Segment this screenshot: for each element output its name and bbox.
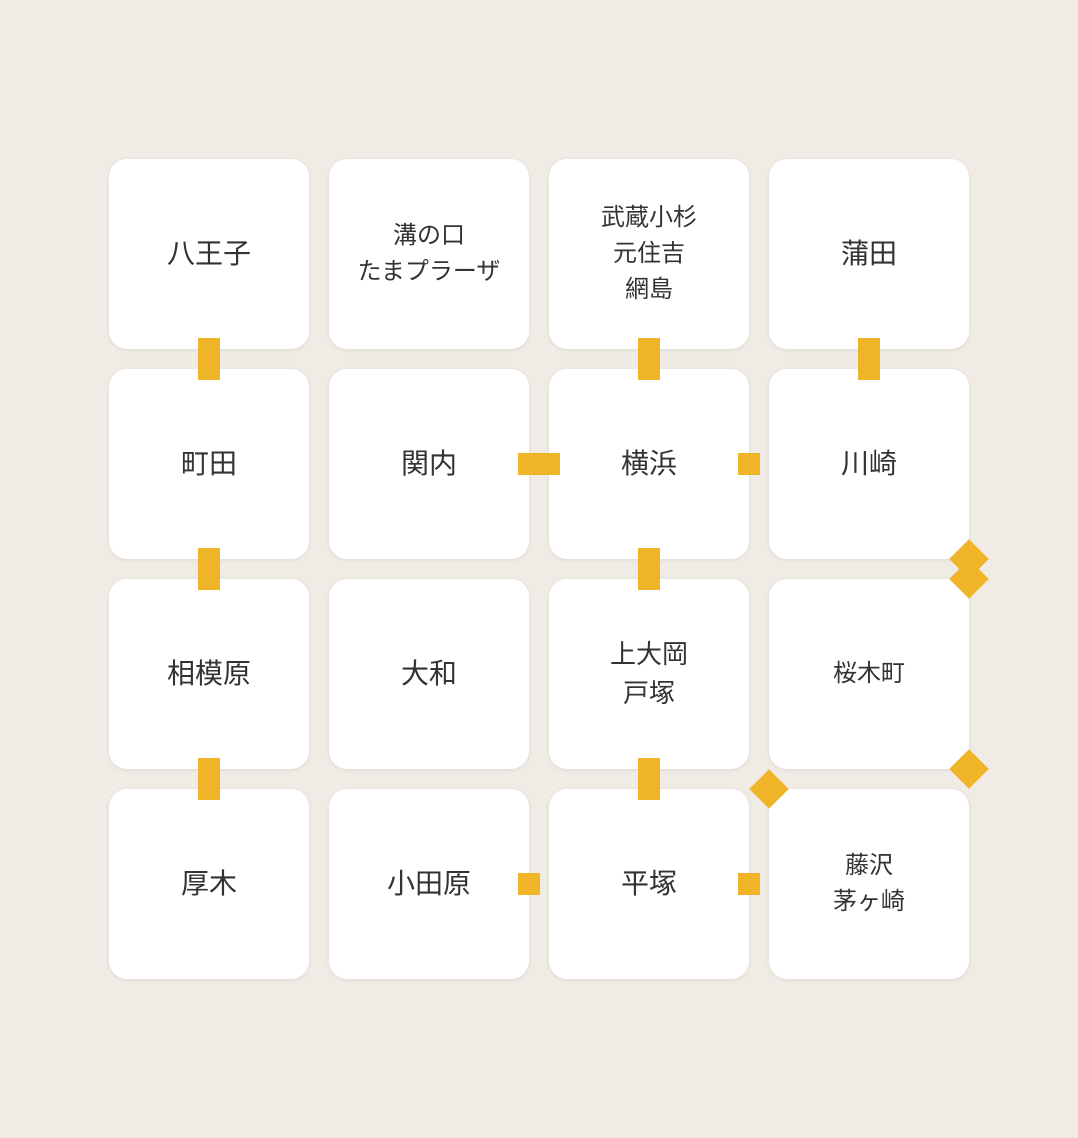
card-fujisawa[interactable]: 藤沢茅ヶ崎: [769, 789, 969, 979]
cell-sagamihara[interactable]: 相模原: [99, 569, 319, 779]
cell-machida[interactable]: 町田: [99, 359, 319, 569]
card-hiratsuka[interactable]: 平塚: [549, 789, 749, 979]
connector-musashikosugi-bottom: [638, 338, 660, 360]
card-kamata[interactable]: 蒲田: [769, 159, 969, 349]
connector-kamata-bottom: [858, 338, 880, 360]
connector-machida-top: [198, 358, 220, 380]
cell-kamata[interactable]: 蒲田: [759, 149, 979, 359]
connector-kamiooka-bottom: [638, 758, 660, 780]
card-kawasaki[interactable]: 川崎: [769, 369, 969, 559]
cell-mizonokuchi[interactable]: 溝の口たまプラーザ: [319, 149, 539, 359]
card-yokohama[interactable]: 横浜: [549, 369, 749, 559]
connector-yokohama-right: [738, 453, 760, 475]
cell-hiratsuka[interactable]: 平塚: [539, 779, 759, 989]
card-kamiooka[interactable]: 上大岡戸塚: [549, 579, 749, 769]
connector-machida-bottom: [198, 548, 220, 570]
cell-atsugi[interactable]: 厚木: [99, 779, 319, 989]
cell-kawasaki[interactable]: 川崎: [759, 359, 979, 569]
connector-sagamihara-bottom: [198, 758, 220, 780]
card-machida[interactable]: 町田: [109, 369, 309, 559]
card-odawara[interactable]: 小田原: [329, 789, 529, 979]
cell-sakuragicho[interactable]: 桜木町: [759, 569, 979, 779]
card-kannai[interactable]: 関内: [329, 369, 529, 559]
connector-kamiooka-top: [638, 568, 660, 590]
station-grid: 八王子 溝の口たまプラーザ 武蔵小杉元住吉網島 蒲田: [69, 119, 1009, 1019]
connector-hiratsuka-right: [738, 873, 760, 895]
cell-yokohama[interactable]: 横浜: [539, 359, 759, 569]
connector-sagamihara-top: [198, 568, 220, 590]
connector-atsugi-top: [198, 778, 220, 800]
connector-yokohama-bottom: [638, 548, 660, 570]
connector-hiratsuka-top: [638, 778, 660, 800]
cell-kannai[interactable]: 関内: [319, 359, 539, 569]
cell-yamato[interactable]: 大和: [319, 569, 539, 779]
card-yamato[interactable]: 大和: [329, 579, 529, 769]
connector-kawasaki-top: [858, 358, 880, 380]
cell-odawara[interactable]: 小田原: [319, 779, 539, 989]
card-musashikosugi[interactable]: 武蔵小杉元住吉網島: [549, 159, 749, 349]
card-sakuragicho[interactable]: 桜木町: [769, 579, 969, 769]
connector-odawara-right: [518, 873, 540, 895]
card-sagamihara[interactable]: 相模原: [109, 579, 309, 769]
card-hachioji[interactable]: 八王子: [109, 159, 309, 349]
connector-kannai-right: [518, 453, 540, 475]
cell-fujisawa[interactable]: 藤沢茅ヶ崎: [759, 779, 979, 989]
cell-musashikosugi[interactable]: 武蔵小杉元住吉網島: [539, 149, 759, 359]
cell-kamiooka[interactable]: 上大岡戸塚: [539, 569, 759, 779]
connector-yokohama-left: [538, 453, 560, 475]
cell-hachioji[interactable]: 八王子: [99, 149, 319, 359]
card-atsugi[interactable]: 厚木: [109, 789, 309, 979]
connector-yokohama-top: [638, 358, 660, 380]
connector-hachioji-bottom: [198, 338, 220, 360]
card-mizonokuchi[interactable]: 溝の口たまプラーザ: [329, 159, 529, 349]
